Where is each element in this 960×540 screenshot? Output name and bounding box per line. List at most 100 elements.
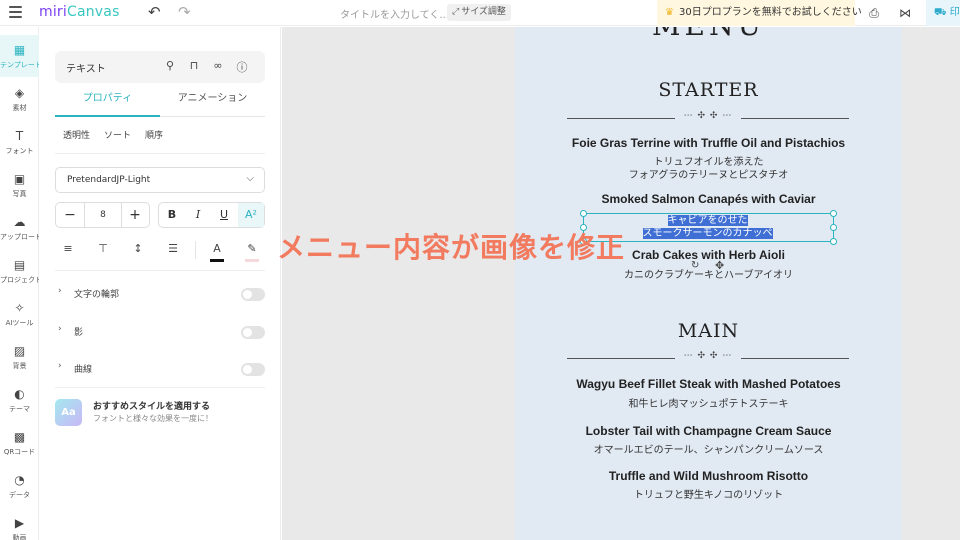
rail-item-background[interactable]: ▨ 背景: [0, 336, 39, 378]
line-spacing-icon[interactable]: ↕: [125, 239, 151, 259]
resize-handle[interactable]: [830, 238, 837, 245]
ornament-divider: ⋯ ✣ ✣ ⋯: [567, 111, 849, 123]
font-size-input[interactable]: 8: [84, 203, 122, 227]
share-icon[interactable]: ⋈: [897, 5, 913, 21]
bold-button[interactable]: B: [159, 203, 185, 227]
outline-toggle-row[interactable]: › 文字の輪郭: [55, 284, 265, 304]
style-badge-icon: Aa: [55, 399, 82, 426]
menu-title[interactable]: MENU: [515, 27, 902, 42]
increase-size-button[interactable]: +: [123, 206, 147, 224]
outline-toggle[interactable]: [241, 288, 265, 301]
italic-button[interactable]: I: [185, 203, 211, 227]
rail-item-ai-tools[interactable]: ✧ AIツール: [0, 293, 39, 335]
shadow-toggle-row[interactable]: › 影: [55, 322, 265, 342]
list-icon[interactable]: ☰: [160, 239, 186, 259]
undo-icon[interactable]: ↶: [148, 4, 161, 20]
link-icon[interactable]: ∞: [211, 59, 225, 72]
ai-tools-icon: ✧: [14, 301, 25, 315]
ornament-divider: ⋯ ✣ ✣ ⋯: [567, 351, 849, 363]
subtab-order[interactable]: 順序: [145, 131, 163, 141]
subtab-transparency[interactable]: 透明性: [63, 131, 90, 141]
resize-icon: ⤢: [452, 7, 460, 17]
photo-icon: ▣: [13, 172, 26, 186]
resize-handle[interactable]: [580, 210, 587, 217]
panel-tabs: プロパティ アニメーション: [55, 89, 265, 117]
dish-name[interactable]: Wagyu Beef Fillet Steak with Mashed Pota…: [515, 377, 902, 391]
text-color-icon[interactable]: A: [204, 239, 230, 259]
resize-handle[interactable]: [830, 224, 837, 231]
elements-icon: ◈: [14, 86, 25, 100]
resize-handle[interactable]: [830, 210, 837, 217]
dish-name[interactable]: Lobster Tail with Champagne Cream Sauce: [515, 424, 902, 438]
divider: [195, 241, 196, 259]
redo-icon[interactable]: ↷: [178, 4, 191, 20]
subtab-sort[interactable]: ソート: [104, 131, 131, 141]
dish-jp[interactable]: カニのクラブケーキとハーブアイオリ: [515, 269, 902, 282]
font-family-select[interactable]: PretendardJP-Light ⌵: [55, 167, 265, 193]
dish-jp[interactable]: 和牛ヒレ肉マッシュポテトステーキ: [515, 398, 902, 411]
highlight-pen-icon[interactable]: ✎: [239, 239, 265, 259]
underline-button[interactable]: U: [211, 203, 237, 227]
unlock-icon[interactable]: ⊓: [187, 59, 201, 72]
rail-item-theme[interactable]: ◐ テーマ: [0, 379, 39, 421]
left-rail: ▦ テンプレート ◈ 素材 Ｔ フォント ▣ 写真 ☁ アップロード ▤ プロジェクト ✧ A…: [0, 27, 39, 540]
rail-item-template[interactable]: ▦ テンプレート: [0, 35, 39, 77]
info-icon[interactable]: ⓘ: [235, 59, 249, 75]
rail-label: フォント: [5, 147, 34, 155]
tab-properties[interactable]: プロパティ: [55, 89, 160, 117]
rail-item-project[interactable]: ▤ プロジェクト: [0, 250, 39, 292]
text-effect-button[interactable]: A²: [238, 203, 264, 227]
video-icon: ▶: [14, 516, 25, 530]
menu-page[interactable]: MENU STARTER ⋯ ✣ ✣ ⋯ Foie Gras Terrine w…: [515, 27, 902, 540]
divider: [55, 270, 265, 271]
project-icon: ▤: [13, 258, 26, 272]
curve-label: 曲線: [74, 365, 93, 375]
rail-item-video[interactable]: ▶ 動画: [0, 508, 39, 540]
curve-toggle[interactable]: [241, 363, 265, 376]
canvas-area[interactable]: MENU STARTER ⋯ ✣ ✣ ⋯ Foie Gras Terrine w…: [282, 27, 960, 540]
dish-jp[interactable]: トリュフオイルを添えた: [515, 156, 902, 169]
hamburger-menu-icon[interactable]: [9, 6, 22, 18]
print-button[interactable]: ⛟ 印: [926, 0, 960, 26]
rail-item-upload[interactable]: ☁ アップロード: [0, 207, 39, 249]
shadow-toggle[interactable]: [241, 326, 265, 339]
sub-tabs: 透明性 ソート 順序: [63, 128, 177, 141]
font-family-value: PretendardJP-Light: [67, 175, 151, 185]
resize-button[interactable]: ⤢ サイズ調整: [447, 4, 511, 21]
rail-label: 写真: [12, 190, 27, 198]
rail-item-photo[interactable]: ▣ 写真: [0, 164, 39, 206]
rail-item-data[interactable]: ◔ データ: [0, 465, 39, 507]
recommended-style-card[interactable]: Aa おすすめスタイルを適用する フォントと様々な効果を一度に！: [55, 397, 265, 427]
format-painter-icon[interactable]: ⚲: [163, 59, 177, 72]
rail-item-elements[interactable]: ◈ 素材: [0, 78, 39, 120]
curve-toggle-row[interactable]: › 曲線: [55, 359, 265, 379]
dish-jp[interactable]: トリュフと野生キノコのリゾット: [515, 489, 902, 502]
decrease-size-button[interactable]: −: [58, 206, 82, 224]
print-label: 印: [949, 7, 960, 18]
main-heading[interactable]: MAIN: [515, 320, 902, 342]
tab-animation[interactable]: アニメーション: [160, 89, 265, 117]
title-input[interactable]: タイトルを入力してく...: [340, 6, 449, 21]
dish-jp[interactable]: オマールエビのテール、シャンパンクリームソース: [515, 444, 902, 457]
starter-heading[interactable]: STARTER: [515, 79, 902, 101]
promo-banner[interactable]: ♛ 30日プロプランを無料でお試しください: [657, 0, 862, 26]
dish-jp[interactable]: フォアグラのテリーヌとピスタチオ: [515, 169, 902, 182]
app-logo[interactable]: miriCanvas: [39, 4, 120, 20]
dish-name[interactable]: Foie Gras Terrine with Truffle Oil and P…: [515, 136, 902, 150]
dish-name[interactable]: Truffle and Wild Mushroom Risotto: [515, 469, 902, 483]
logo-text-miri: miri: [39, 4, 67, 20]
rail-label: 背景: [12, 362, 27, 370]
font-size-stepper: − 8 +: [55, 202, 150, 228]
vertical-align-top-icon[interactable]: ⊤: [90, 239, 116, 259]
alignment-row: ≡ ⊤ ↕ ☰ A ✎: [55, 239, 265, 262]
font-icon: Ｔ: [13, 129, 26, 143]
resize-label: サイズ調整: [461, 7, 506, 17]
rail-item-qr-code[interactable]: ▩ QRコード: [0, 422, 39, 464]
dish-name[interactable]: Smoked Salmon Canapés with Caviar: [515, 192, 902, 206]
rail-item-font[interactable]: Ｔ フォント: [0, 121, 39, 163]
rail-label: テーマ: [9, 405, 30, 413]
chevron-right-icon: ›: [58, 286, 62, 296]
align-center-icon[interactable]: ≡: [55, 239, 81, 259]
save-icon[interactable]: ⎙: [866, 5, 882, 21]
promo-label: 30日プロプランを無料でお試しください: [678, 7, 862, 18]
